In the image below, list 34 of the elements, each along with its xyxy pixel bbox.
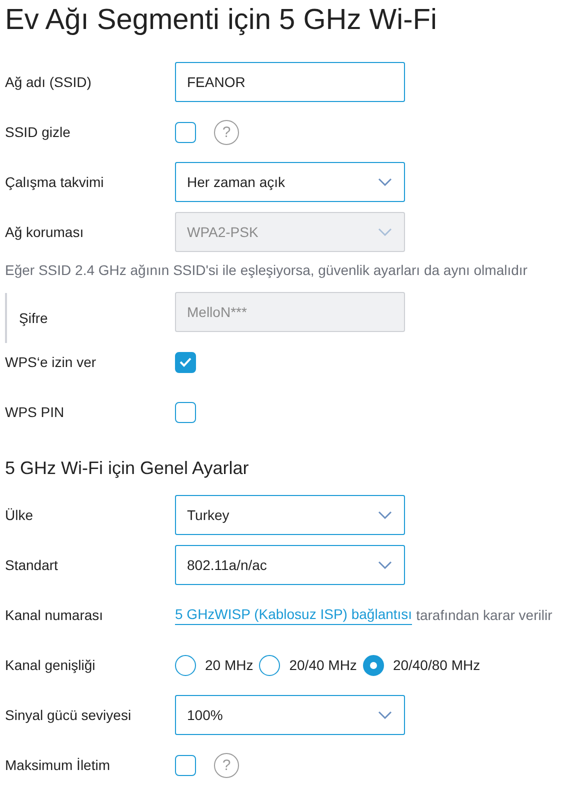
field-label: WPS PIN — [5, 404, 66, 420]
checkbox[interactable] — [175, 402, 196, 422]
field-label: WPS‘e izin ver — [5, 354, 98, 370]
text-field[interactable]: FEANOR — [175, 62, 405, 102]
chevron-down-icon — [378, 511, 392, 519]
field-label: Maksimum İletim — [5, 757, 112, 773]
chevron-down-icon — [378, 228, 392, 236]
dropdown[interactable]: 802.11a/n/ac — [175, 545, 405, 585]
field-label: Kanal genişliği — [5, 657, 96, 673]
chevron-down-icon — [378, 178, 392, 186]
field-label: Standart — [5, 557, 59, 573]
checkmark-icon — [179, 357, 192, 367]
radio-option[interactable]: 20 MHz — [175, 654, 254, 676]
field-label: Kanal numarası — [5, 607, 104, 623]
chevron-down-icon — [378, 711, 392, 719]
section-heading: 5 GHz Wi-Fi için Genel Ayarlar — [4, 457, 250, 480]
field-label: SSID gizle — [5, 124, 72, 140]
checkbox[interactable] — [175, 754, 196, 776]
dropdown[interactable]: Turkey — [175, 495, 405, 535]
info-text: tarafından karar verilir — [416, 607, 552, 623]
radio-option[interactable]: 20/40/80 MHz — [362, 654, 480, 676]
field-label: Sinyal gücü seviyesi — [5, 707, 132, 723]
field-label: Çalışma takvimi — [5, 174, 105, 190]
page-title: Ev Ağı Segmenti için 5 GHz Wi-Fi — [5, 3, 438, 38]
note-text: Eğer SSID 2.4 GHz ağının SSID'si ile eşleşiyorsa, güvenlik ayarları da aynı olmalıdır — [4, 261, 528, 280]
field-label: Ağ adı (SSID) — [5, 74, 92, 90]
checkbox[interactable] — [175, 122, 196, 142]
dropdown[interactable]: 100% — [175, 695, 405, 735]
radio-option[interactable]: 20/40 MHz — [259, 654, 357, 676]
dropdown[interactable]: Her zaman açık — [175, 162, 405, 202]
checkbox[interactable] — [175, 352, 196, 372]
field-label: Ağ koruması — [5, 224, 85, 240]
field-label: Ülke — [5, 507, 34, 523]
chevron-down-icon — [378, 561, 392, 569]
